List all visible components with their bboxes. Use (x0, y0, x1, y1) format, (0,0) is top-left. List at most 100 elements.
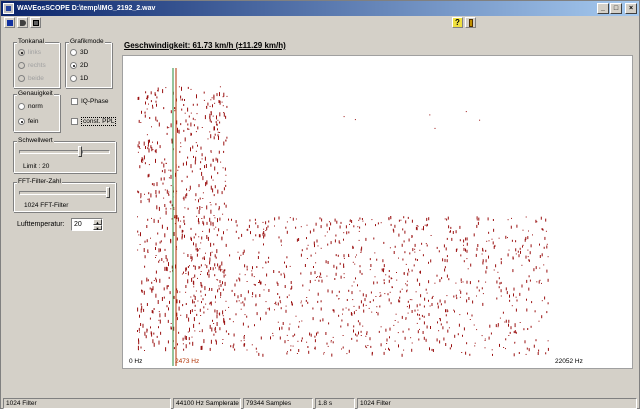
spectrum-point (314, 279, 316, 281)
spectrum-point (140, 122, 142, 123)
spectrum-point (270, 336, 271, 340)
const-ppl-checkbox[interactable]: const. PPL (71, 117, 117, 126)
spectrum-point (493, 269, 495, 271)
spectrum-point (542, 228, 544, 231)
fft-filter-slider-thumb[interactable] (106, 187, 110, 198)
open-file-button[interactable] (4, 17, 15, 28)
spectrum-point (155, 293, 157, 298)
spectrum-point (309, 332, 311, 336)
spectrum-point (527, 256, 529, 258)
spectrum-point (220, 283, 222, 287)
spectrum-point (181, 229, 183, 233)
app-icon[interactable] (3, 3, 14, 14)
x-min-label: 0 Hz (129, 358, 143, 365)
spectrum-point (213, 136, 215, 140)
spectrum-point (397, 321, 399, 323)
schwellwert-slider-thumb[interactable] (78, 146, 82, 157)
spectrum-point (141, 280, 143, 285)
iq-phase-checkbox[interactable]: IQ-Phase (71, 98, 108, 105)
spectrum-point (394, 224, 396, 228)
spectrum-point (216, 322, 218, 326)
spectrum-point (398, 299, 400, 303)
schwellwert-track-right[interactable] (82, 150, 110, 154)
spectrum-point (443, 244, 445, 248)
spectrum-point (225, 115, 227, 119)
help-button[interactable]: ? (452, 17, 463, 28)
spectrum-point (539, 279, 541, 281)
spectrum-point (246, 349, 248, 351)
spectrum-point (158, 206, 160, 211)
spectrum-point (351, 337, 353, 340)
spectrum-point (200, 271, 202, 272)
spectrum-point (498, 277, 500, 280)
spectrogram-plot[interactable]: 0 Hz 2473 Hz 22052 Hz (122, 55, 633, 369)
maximize-button[interactable]: □ (610, 3, 622, 14)
title-bar[interactable]: WAVEosSCOPE D:\temp\IMG_2192_2.wav _ □ × (1, 1, 639, 16)
spectrum-point (238, 300, 240, 302)
spectrum-point (189, 185, 191, 190)
minimize-button[interactable]: _ (597, 3, 609, 14)
play-sound-button[interactable] (17, 17, 28, 28)
spectrum-point (190, 112, 192, 114)
radio-1d[interactable]: 1D (70, 75, 88, 82)
spectrum-point (461, 352, 463, 353)
spectrum-point (210, 99, 212, 101)
spectrum-point (516, 299, 518, 302)
spectrum-point (167, 319, 169, 323)
spectrum-point (409, 299, 411, 301)
exit-button[interactable] (465, 17, 476, 28)
spectrum-point (319, 319, 321, 322)
spectrum-point (306, 237, 307, 240)
spectrum-point (141, 289, 142, 292)
spin-down-icon[interactable]: ▼ (93, 224, 102, 230)
spectrum-point (385, 328, 387, 332)
spectrum-point (343, 116, 345, 118)
radio-norm[interactable]: norm (18, 103, 43, 110)
spectrum-point (509, 294, 510, 298)
spectrum-point (137, 330, 138, 332)
spectrum-point (369, 301, 371, 303)
spectrum-point (173, 232, 175, 236)
spectrum-point (300, 302, 302, 304)
radio-3d[interactable]: 3D (70, 49, 88, 56)
spectrum-point (235, 230, 237, 233)
spectrum-point (219, 86, 221, 88)
spectrum-point (352, 261, 354, 263)
spectrum-point (336, 220, 338, 224)
close-button[interactable]: × (625, 3, 637, 14)
schwellwert-track-left[interactable] (19, 150, 79, 154)
spectrum-point (239, 273, 241, 275)
spectrum-point (422, 254, 424, 257)
spectrum-point (475, 253, 477, 257)
spectrum-point (255, 294, 257, 298)
spectrum-point (497, 326, 499, 328)
spectrum-point (218, 208, 220, 211)
spectrum-point (191, 277, 193, 282)
spectrum-point (315, 262, 317, 264)
spectrum-point (155, 190, 157, 194)
print-button[interactable] (30, 17, 41, 28)
spectrum-point (353, 305, 355, 307)
spectrum-point (230, 345, 232, 348)
radio-fein[interactable]: fein (18, 118, 38, 125)
spectrum-point (431, 296, 433, 299)
spectrum-point (525, 216, 527, 218)
spectrum-point (222, 315, 224, 317)
lufttemperatur-value[interactable]: 20 (74, 221, 82, 228)
spectrum-point (160, 177, 162, 181)
spectrum-point (263, 231, 265, 234)
spectrum-point (190, 256, 192, 259)
radio-beide[interactable]: beide (18, 75, 44, 82)
radio-2d[interactable]: 2D (70, 62, 88, 69)
fft-filter-track[interactable] (19, 191, 107, 195)
spectrum-point (396, 279, 398, 281)
radio-rechts[interactable]: rechts (18, 62, 46, 69)
spectrum-point (429, 305, 431, 307)
lufttemperatur-spinner[interactable]: 20 ▲ ▼ (71, 218, 103, 231)
spectrum-point (442, 258, 444, 262)
spectrum-point (340, 221, 342, 224)
spectrum-point (318, 279, 320, 282)
spectrum-point (320, 307, 322, 311)
spectrum-point (485, 270, 487, 274)
radio-links[interactable]: links (18, 49, 41, 56)
